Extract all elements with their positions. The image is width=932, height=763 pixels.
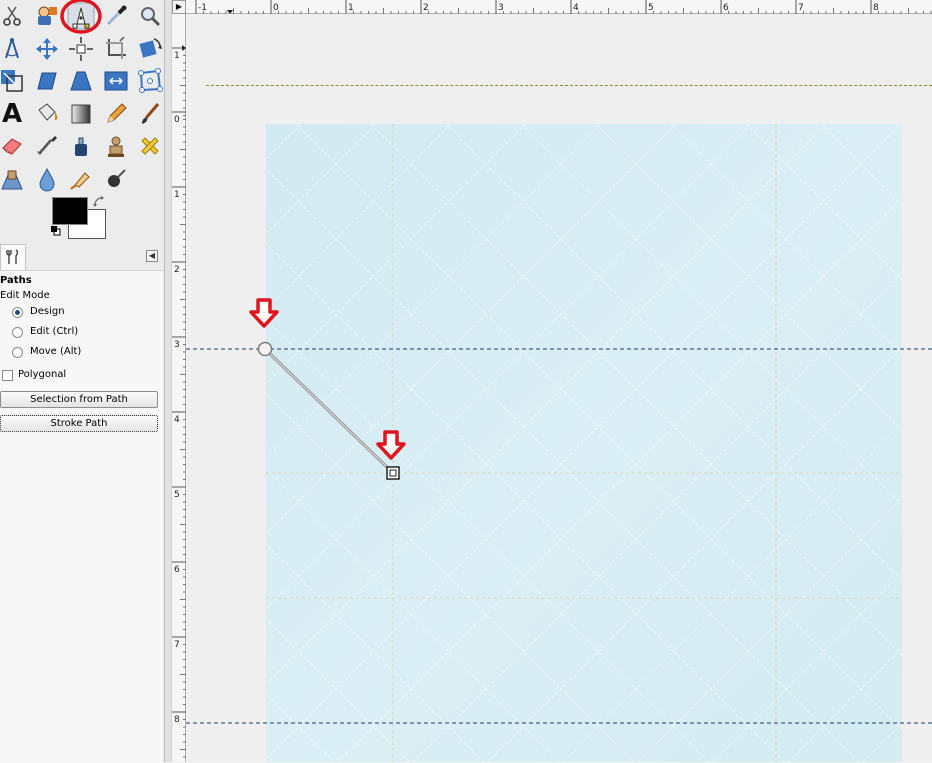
dock-separator[interactable] [164,0,172,762]
paintbrush-tool-icon[interactable] [136,100,164,128]
polygonal-checkbox[interactable] [2,370,13,381]
tool-grid: A [0,0,164,192]
foreground-color-swatch[interactable] [52,197,88,225]
bucket-fill-tool-icon[interactable] [33,100,61,128]
ruler-label: 0 [273,3,279,13]
polygonal-label[interactable]: Polygonal [18,369,66,380]
ruler-label: 6 [723,3,729,13]
foreground-select-tool-icon[interactable] [33,2,61,30]
edit-mode-radio[interactable] [12,327,23,338]
color-picker-tool-icon[interactable] [102,2,130,30]
alignment-tool-icon[interactable] [67,35,95,63]
blur-sharpen-tool-icon[interactable] [33,165,61,193]
ruler-label: 7 [174,640,180,650]
path-anchor-end[interactable] [386,466,400,480]
measure-tool-icon[interactable] [0,35,26,63]
ruler-label: 7 [798,3,804,13]
highlight-circle-annotation [60,0,102,34]
blend-tool-icon[interactable] [67,100,95,128]
move-mode-radio[interactable] [12,347,23,358]
design-mode-label[interactable]: Design [30,306,65,317]
stroke-path-button[interactable]: Stroke Path [0,415,158,432]
path-anchor-start[interactable] [257,341,273,357]
scissors-select-tool-icon[interactable] [0,2,26,30]
scale-tool-icon[interactable] [0,67,26,95]
color-area [50,195,110,241]
ruler-label: 6 [174,565,180,575]
tool-options-tabbar: ◀ [0,244,164,270]
crop-tool-icon[interactable] [102,35,130,63]
cage-transform-tool-icon[interactable] [136,67,164,95]
ruler-label: 8 [174,715,180,725]
horizontal-ruler[interactable]: -1 0 1 2 3 4 5 6 7 8 [186,0,932,14]
edit-mode-label: Edit Mode [0,290,50,301]
ruler-label: 3 [498,3,504,13]
vertical-ruler[interactable]: 1 0 1 2 3 4 5 6 7 8 [172,14,186,762]
ruler-label: 1 [174,190,180,200]
ruler-label: 1 [348,3,354,13]
clone-tool-icon[interactable] [102,132,130,160]
ink-tool-icon[interactable] [67,132,95,160]
ruler-label: 2 [174,265,180,275]
rotate-tool-icon[interactable] [136,35,164,63]
tool-options-icon [6,249,19,264]
flip-tool-icon[interactable] [102,67,130,95]
edit-mode-option-label[interactable]: Edit (Ctrl) [30,326,78,337]
heal-tool-icon[interactable] [136,132,164,160]
quick-mask-toggle-icon[interactable]: ▶ [172,0,186,14]
ruler-label: 4 [174,415,180,425]
tab-menu-button[interactable]: ◀ [146,250,158,262]
text-tool-icon[interactable]: A [0,100,26,128]
airbrush-tool-icon[interactable] [33,132,61,160]
ruler-label: 3 [174,340,180,350]
ruler-label: 8 [873,3,879,13]
selection-from-path-button[interactable]: Selection from Path [0,391,158,408]
ruler-label: 4 [573,3,579,13]
pencil-tool-icon[interactable] [102,100,130,128]
smudge-tool-icon[interactable] [67,165,95,193]
design-mode-radio[interactable] [12,307,23,318]
tool-options-title: Paths [0,275,32,286]
move-mode-label[interactable]: Move (Alt) [30,346,81,357]
perspective-tool-icon[interactable] [67,67,95,95]
ruler-label: 5 [648,3,654,13]
eraser-tool-icon[interactable] [0,132,26,160]
ruler-label: 2 [423,3,429,13]
move-tool-icon[interactable] [33,35,61,63]
ruler-label: -1 [198,3,207,13]
toolbox: A ◀ Paths Edit Mode Design Edit (Ctrl) M… [0,0,164,763]
ruler-label: 0 [174,115,180,125]
shear-tool-icon[interactable] [33,67,61,95]
tool-options-panel: Paths Edit Mode Design Edit (Ctrl) Move … [0,270,163,763]
dodge-burn-tool-icon[interactable] [102,165,130,193]
swap-colors-icon[interactable] [92,195,106,209]
perspective-clone-tool-icon[interactable] [0,165,26,193]
zoom-tool-icon[interactable] [136,2,164,30]
ruler-label: 5 [174,490,180,500]
tool-options-tab[interactable] [0,244,26,270]
canvas-area[interactable] [186,14,932,762]
ruler-label: 1 [174,51,180,61]
image-window: ▶ -1 0 1 2 3 4 5 6 7 8 1 0 1 2 3 4 5 6 7 8 [172,0,932,762]
default-colors-icon[interactable] [51,226,61,236]
